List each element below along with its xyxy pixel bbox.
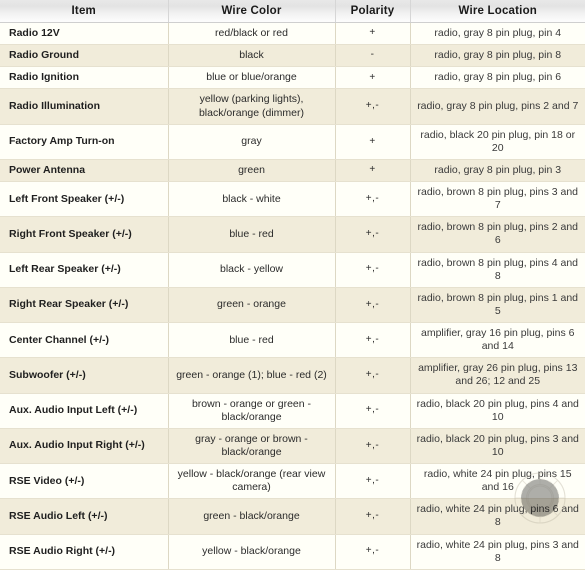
cell-item: Left Rear Speaker (+/-) bbox=[0, 252, 168, 287]
cell-polarity: + bbox=[335, 124, 410, 159]
cell-wire-location: amplifier, gray 26 pin plug, pins 13 and… bbox=[410, 358, 585, 393]
table-row: Left Front Speaker (+/-)black - white+,-… bbox=[0, 182, 585, 217]
cell-item: Right Front Speaker (+/-) bbox=[0, 217, 168, 252]
cell-wire-color: yellow (parking lights), black/orange (d… bbox=[168, 89, 335, 124]
table-row: RSE Audio Right (+/-)yellow - black/oran… bbox=[0, 534, 585, 569]
cell-wire-location: radio, black 20 pin plug, pins 3 and 10 bbox=[410, 428, 585, 463]
cell-polarity: +,- bbox=[335, 182, 410, 217]
cell-polarity: +,- bbox=[335, 323, 410, 358]
table-row: Right Rear Speaker (+/-)green - orange+,… bbox=[0, 287, 585, 322]
cell-item: Radio 12V bbox=[0, 23, 168, 45]
cell-item: Center Channel (+/-) bbox=[0, 323, 168, 358]
table-row: Radio Ignitionblue or blue/orange+radio,… bbox=[0, 67, 585, 89]
cell-wire-location: radio, gray 8 pin plug, pin 8 bbox=[410, 45, 585, 67]
table-header: Item Wire Color Polarity Wire Location bbox=[0, 0, 585, 23]
cell-item: Radio Illumination bbox=[0, 89, 168, 124]
cell-wire-color: green - orange bbox=[168, 287, 335, 322]
table-body: Radio 12Vred/black or red+radio, gray 8 … bbox=[0, 23, 585, 570]
cell-wire-location: radio, brown 8 pin plug, pins 3 and 7 bbox=[410, 182, 585, 217]
cell-wire-location: radio, gray 8 pin plug, pin 3 bbox=[410, 159, 585, 181]
cell-item: Radio Ignition bbox=[0, 67, 168, 89]
cell-wire-color: green - orange (1); blue - red (2) bbox=[168, 358, 335, 393]
cell-wire-color: gray - orange or brown - black/orange bbox=[168, 428, 335, 463]
cell-polarity: + bbox=[335, 23, 410, 45]
cell-item: Aux. Audio Input Left (+/-) bbox=[0, 393, 168, 428]
cell-wire-location: radio, white 24 pin plug, pins 3 and 8 bbox=[410, 534, 585, 569]
cell-wire-color: black bbox=[168, 45, 335, 67]
cell-polarity: +,- bbox=[335, 89, 410, 124]
cell-item: Radio Ground bbox=[0, 45, 168, 67]
cell-wire-color: blue - red bbox=[168, 217, 335, 252]
cell-wire-color: gray bbox=[168, 124, 335, 159]
cell-polarity: +,- bbox=[335, 252, 410, 287]
cell-wire-location: radio, gray 8 pin plug, pin 4 bbox=[410, 23, 585, 45]
cell-item: Left Front Speaker (+/-) bbox=[0, 182, 168, 217]
cell-wire-color: red/black or red bbox=[168, 23, 335, 45]
column-header-item: Item bbox=[0, 0, 168, 23]
column-header-polarity: Polarity bbox=[335, 0, 410, 23]
cell-wire-location: radio, black 20 pin plug, pin 18 or 20 bbox=[410, 124, 585, 159]
table-row: Subwoofer (+/-)green - orange (1); blue … bbox=[0, 358, 585, 393]
table-row: RSE Video (+/-)yellow - black/orange (re… bbox=[0, 464, 585, 499]
cell-wire-color: green bbox=[168, 159, 335, 181]
cell-item: Right Rear Speaker (+/-) bbox=[0, 287, 168, 322]
table-row: RSE Audio Left (+/-)green - black/orange… bbox=[0, 499, 585, 534]
cell-item: Factory Amp Turn-on bbox=[0, 124, 168, 159]
cell-wire-location: radio, black 20 pin plug, pins 4 and 10 bbox=[410, 393, 585, 428]
cell-item: Subwoofer (+/-) bbox=[0, 358, 168, 393]
cell-polarity: +,- bbox=[335, 499, 410, 534]
cell-polarity: + bbox=[335, 67, 410, 89]
cell-wire-location: radio, white 24 pin plug, pins 15 and 16 bbox=[410, 464, 585, 499]
table-row: Radio 12Vred/black or red+radio, gray 8 … bbox=[0, 23, 585, 45]
cell-wire-location: radio, white 24 pin plug, pins 6 and 8 bbox=[410, 499, 585, 534]
wiring-reference-table: Item Wire Color Polarity Wire Location R… bbox=[0, 0, 585, 570]
table-row: Aux. Audio Input Right (+/-)gray - orang… bbox=[0, 428, 585, 463]
cell-wire-location: radio, gray 8 pin plug, pin 6 bbox=[410, 67, 585, 89]
cell-polarity: +,- bbox=[335, 464, 410, 499]
cell-item: Power Antenna bbox=[0, 159, 168, 181]
table-row: Power Antennagreen+radio, gray 8 pin plu… bbox=[0, 159, 585, 181]
cell-wire-color: green - black/orange bbox=[168, 499, 335, 534]
cell-wire-color: blue or blue/orange bbox=[168, 67, 335, 89]
cell-wire-color: blue - red bbox=[168, 323, 335, 358]
column-header-wire-location: Wire Location bbox=[410, 0, 585, 23]
table-row: Center Channel (+/-)blue - red+,-amplifi… bbox=[0, 323, 585, 358]
cell-wire-location: radio, brown 8 pin plug, pins 1 and 5 bbox=[410, 287, 585, 322]
table-row: Radio Illuminationyellow (parking lights… bbox=[0, 89, 585, 124]
cell-polarity: +,- bbox=[335, 534, 410, 569]
cell-wire-color: yellow - black/orange bbox=[168, 534, 335, 569]
table-header-row: Item Wire Color Polarity Wire Location bbox=[0, 0, 585, 23]
cell-polarity: +,- bbox=[335, 393, 410, 428]
cell-polarity: +,- bbox=[335, 358, 410, 393]
table-row: Aux. Audio Input Left (+/-)brown - orang… bbox=[0, 393, 585, 428]
column-header-wire-color: Wire Color bbox=[168, 0, 335, 23]
cell-item: RSE Video (+/-) bbox=[0, 464, 168, 499]
cell-item: RSE Audio Left (+/-) bbox=[0, 499, 168, 534]
cell-polarity: - bbox=[335, 45, 410, 67]
cell-wire-location: radio, brown 8 pin plug, pins 2 and 6 bbox=[410, 217, 585, 252]
cell-wire-location: radio, brown 8 pin plug, pins 4 and 8 bbox=[410, 252, 585, 287]
cell-wire-color: brown - orange or green - black/orange bbox=[168, 393, 335, 428]
table-row: Right Front Speaker (+/-)blue - red+,-ra… bbox=[0, 217, 585, 252]
table-row: Left Rear Speaker (+/-)black - yellow+,-… bbox=[0, 252, 585, 287]
cell-item: Aux. Audio Input Right (+/-) bbox=[0, 428, 168, 463]
cell-wire-color: black - white bbox=[168, 182, 335, 217]
cell-polarity: + bbox=[335, 159, 410, 181]
cell-wire-location: radio, gray 8 pin plug, pins 2 and 7 bbox=[410, 89, 585, 124]
table-row: Factory Amp Turn-ongray+radio, black 20 … bbox=[0, 124, 585, 159]
cell-wire-color: black - yellow bbox=[168, 252, 335, 287]
cell-wire-color: yellow - black/orange (rear view camera) bbox=[168, 464, 335, 499]
cell-item: RSE Audio Right (+/-) bbox=[0, 534, 168, 569]
cell-polarity: +,- bbox=[335, 287, 410, 322]
cell-polarity: +,- bbox=[335, 428, 410, 463]
cell-polarity: +,- bbox=[335, 217, 410, 252]
table-row: Radio Groundblack-radio, gray 8 pin plug… bbox=[0, 45, 585, 67]
cell-wire-location: amplifier, gray 16 pin plug, pins 6 and … bbox=[410, 323, 585, 358]
